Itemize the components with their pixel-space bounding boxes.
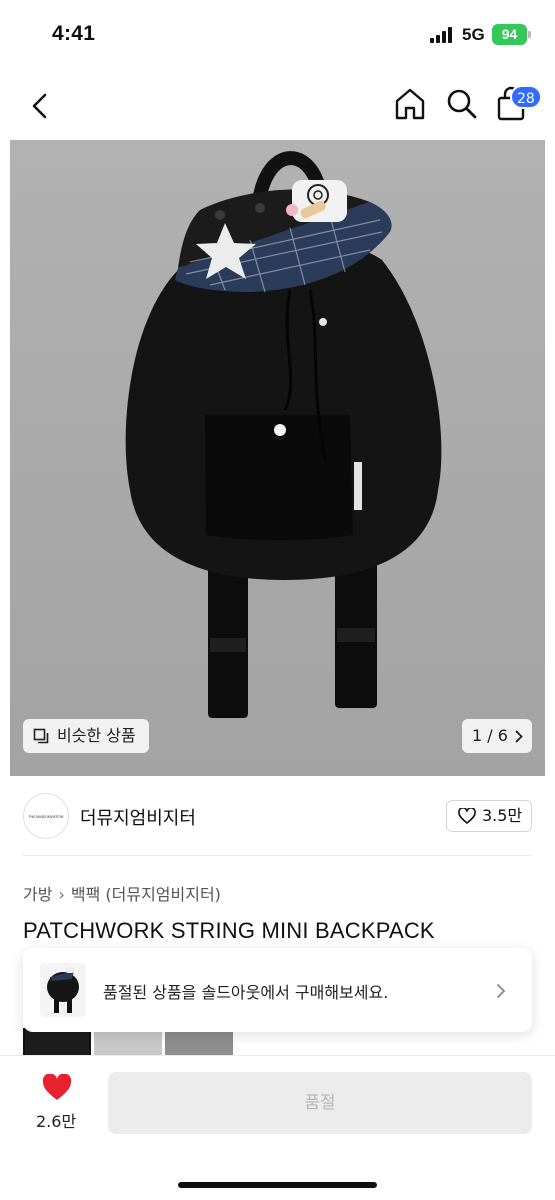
product-image-gallery[interactable] xyxy=(10,140,545,776)
similar-products-label: 비슷한 상품 xyxy=(57,726,136,745)
copy-icon xyxy=(33,728,49,744)
similar-products-button[interactable]: 비슷한 상품 xyxy=(23,719,149,753)
heart-outline-icon xyxy=(458,808,476,824)
battery-cap xyxy=(528,31,531,38)
divider xyxy=(23,855,532,856)
breadcrumb-subcategory[interactable]: 백팩 (더뮤지엄비지터) xyxy=(71,885,221,904)
product-title: PATCHWORK STRING MINI BACKPACK xyxy=(23,918,435,943)
status-bar: 4:41 5G 94 xyxy=(0,0,555,70)
brand-logo[interactable]: THE MUSEUMVISITOR xyxy=(23,793,69,839)
backpack-photo xyxy=(125,151,442,718)
signal-icon xyxy=(430,27,456,43)
thumbnail-3[interactable] xyxy=(165,1028,233,1058)
page-indicator: 1 / 6 xyxy=(472,726,508,745)
chevron-right-icon xyxy=(515,730,523,743)
brand-like-button[interactable]: 3.5만 xyxy=(446,800,532,832)
like-count: 2.6만 xyxy=(36,1112,77,1131)
network-type: 5G xyxy=(462,25,485,44)
breadcrumb: 가방 › 백팩 (더뮤지엄비지터) xyxy=(23,881,221,905)
chevron-right-icon xyxy=(497,984,506,998)
status-time: 4:41 xyxy=(52,22,96,45)
heart-filled-icon[interactable] xyxy=(42,1074,72,1101)
home-indicator xyxy=(178,1182,377,1188)
home-icon[interactable] xyxy=(394,87,426,121)
soldout-buy-button[interactable]: 품절 xyxy=(108,1072,532,1134)
thumbnail-1[interactable] xyxy=(23,1028,91,1058)
image-pager[interactable]: 1 / 6 xyxy=(462,719,532,753)
chevron-right-icon: › xyxy=(58,885,65,904)
soldout-banner[interactable]: 품절된 상품을 솔드아웃에서 구매해보세요. xyxy=(23,948,532,1032)
brand-name[interactable]: 더뮤지엄비지터 xyxy=(80,804,196,830)
nav-header xyxy=(0,70,555,140)
thumbnail-2[interactable] xyxy=(94,1028,162,1058)
breadcrumb-category[interactable]: 가방 xyxy=(23,885,52,904)
back-icon[interactable] xyxy=(28,92,52,120)
battery-icon: 94 xyxy=(492,24,527,45)
soldout-product-thumbnail xyxy=(40,963,86,1017)
brand-like-count: 3.5만 xyxy=(482,806,523,825)
soldout-banner-text: 품절된 상품을 솔드아웃에서 구매해보세요. xyxy=(103,983,389,1002)
search-icon[interactable] xyxy=(446,88,478,120)
cart-count-badge: 28 xyxy=(510,85,542,109)
